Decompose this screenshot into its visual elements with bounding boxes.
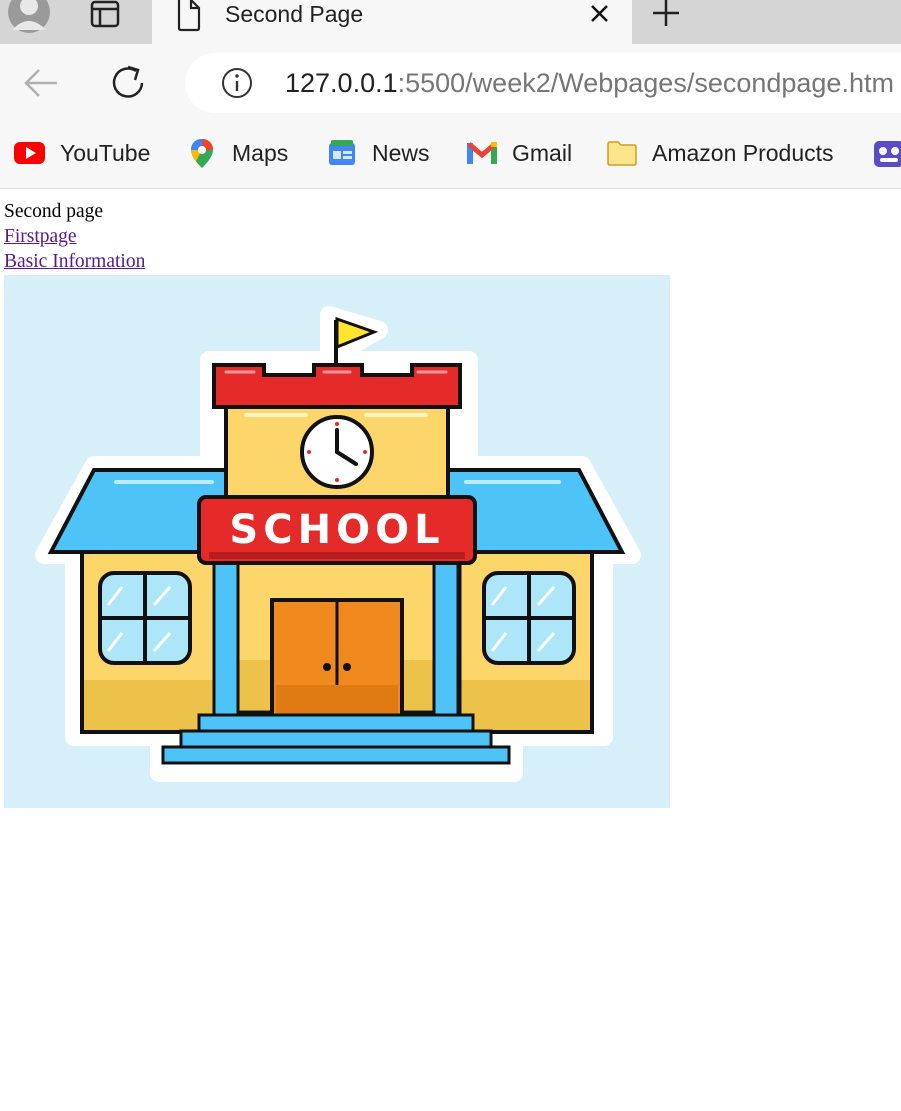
refresh-button[interactable] bbox=[107, 64, 151, 108]
folder-icon bbox=[607, 141, 637, 166]
bookmark-label: YouTube bbox=[60, 139, 151, 166]
bookmark-youtube[interactable]: YouTube bbox=[14, 122, 150, 184]
avatar-icon bbox=[8, 0, 50, 33]
firstpage-link[interactable]: Firstpage bbox=[4, 224, 145, 249]
url-path: :5500/week2/Webpages/secondpage.htm bbox=[397, 68, 894, 98]
clock bbox=[300, 415, 374, 489]
bookmark-gmail[interactable]: Gmail bbox=[466, 122, 572, 184]
address-bar[interactable]: 127.0.0.1:5500/week2/Webpages/secondpage… bbox=[185, 53, 901, 113]
url-host: 127.0.0.1 bbox=[285, 68, 398, 98]
close-icon bbox=[591, 5, 608, 22]
page-icon bbox=[177, 0, 201, 32]
bookmark-maps[interactable]: Maps bbox=[186, 122, 288, 184]
youtube-icon bbox=[14, 142, 45, 164]
gmail-icon bbox=[467, 142, 497, 164]
school-illustration: SCHOOL bbox=[35, 306, 641, 782]
bookmark-label: News bbox=[372, 139, 430, 166]
basic-information-link[interactable]: Basic Information bbox=[4, 249, 145, 274]
profile-button[interactable] bbox=[0, 0, 70, 44]
refresh-icon bbox=[112, 65, 144, 98]
bookmark-label: Gmail bbox=[512, 139, 573, 166]
back-button[interactable] bbox=[19, 64, 63, 108]
school-image: SCHOOL bbox=[4, 275, 670, 808]
bookmark-amazon-products[interactable]: Amazon Products bbox=[606, 122, 834, 184]
bookmark-label: Amazon Products bbox=[652, 139, 834, 166]
school-sign-text: SCHOOL bbox=[229, 507, 444, 553]
news-icon bbox=[329, 140, 355, 165]
app-icon bbox=[874, 141, 901, 167]
bookmark-news[interactable]: News bbox=[326, 122, 430, 184]
new-tab-button[interactable] bbox=[640, 0, 690, 36]
tab-strip: Second Page bbox=[0, 0, 901, 45]
close-tab-button[interactable] bbox=[585, 0, 615, 30]
maps-icon bbox=[191, 139, 213, 168]
back-arrow-icon bbox=[24, 69, 57, 97]
site-info-icon[interactable] bbox=[221, 67, 253, 99]
toolbar: 127.0.0.1:5500/week2/Webpages/secondpage… bbox=[0, 44, 901, 122]
tab-actions-icon bbox=[90, 0, 120, 28]
page-content: Second page Firstpage Basic Information bbox=[4, 199, 145, 274]
bookmark-overflow[interactable] bbox=[874, 122, 901, 184]
tab-title: Second Page bbox=[225, 1, 364, 27]
plus-icon bbox=[653, 0, 679, 26]
tab-actions-button[interactable] bbox=[80, 0, 130, 40]
bookmarks-bar: YouTube Maps News Gmail Amazon Products bbox=[0, 122, 901, 189]
page-heading-text: Second page bbox=[4, 201, 104, 222]
url-text: 127.0.0.1:5500/week2/Webpages/secondpage… bbox=[285, 67, 894, 99]
bookmark-label: Maps bbox=[232, 139, 289, 166]
tab-active[interactable]: Second Page bbox=[152, 0, 632, 45]
